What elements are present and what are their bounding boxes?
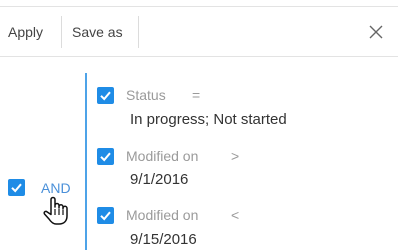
group-bracket-line [85, 73, 87, 250]
check-icon [100, 91, 111, 101]
save-as-button[interactable]: Save as [72, 14, 123, 50]
toolbar-divider [0, 56, 398, 57]
condition-operator[interactable]: = [192, 87, 200, 103]
condition-column[interactable]: Modified on [126, 148, 198, 164]
condition-value[interactable]: 9/15/2016 [130, 231, 197, 248]
condition-value[interactable]: In progress; Not started [130, 111, 287, 128]
toolbar-separator [61, 16, 62, 48]
group-operator-link[interactable]: AND [41, 180, 71, 196]
condition-column[interactable]: Status [126, 87, 166, 103]
condition-checkbox[interactable] [97, 207, 114, 224]
top-divider [0, 6, 398, 7]
check-icon [11, 183, 22, 193]
toolbar-separator [138, 16, 139, 48]
condition-checkbox[interactable] [97, 148, 114, 165]
filter-toolbar: Apply Save as [0, 14, 398, 50]
condition-column[interactable]: Modified on [126, 207, 198, 223]
condition-operator[interactable]: > [231, 148, 239, 164]
apply-button[interactable]: Apply [8, 14, 43, 50]
group-checkbox[interactable] [8, 179, 25, 196]
condition-operator[interactable]: < [231, 207, 239, 223]
condition-value[interactable]: 9/1/2016 [130, 171, 188, 188]
check-icon [100, 211, 111, 221]
hand-pointer-icon [43, 196, 69, 226]
check-icon [100, 152, 111, 162]
close-icon[interactable] [367, 23, 385, 41]
condition-checkbox[interactable] [97, 87, 114, 104]
